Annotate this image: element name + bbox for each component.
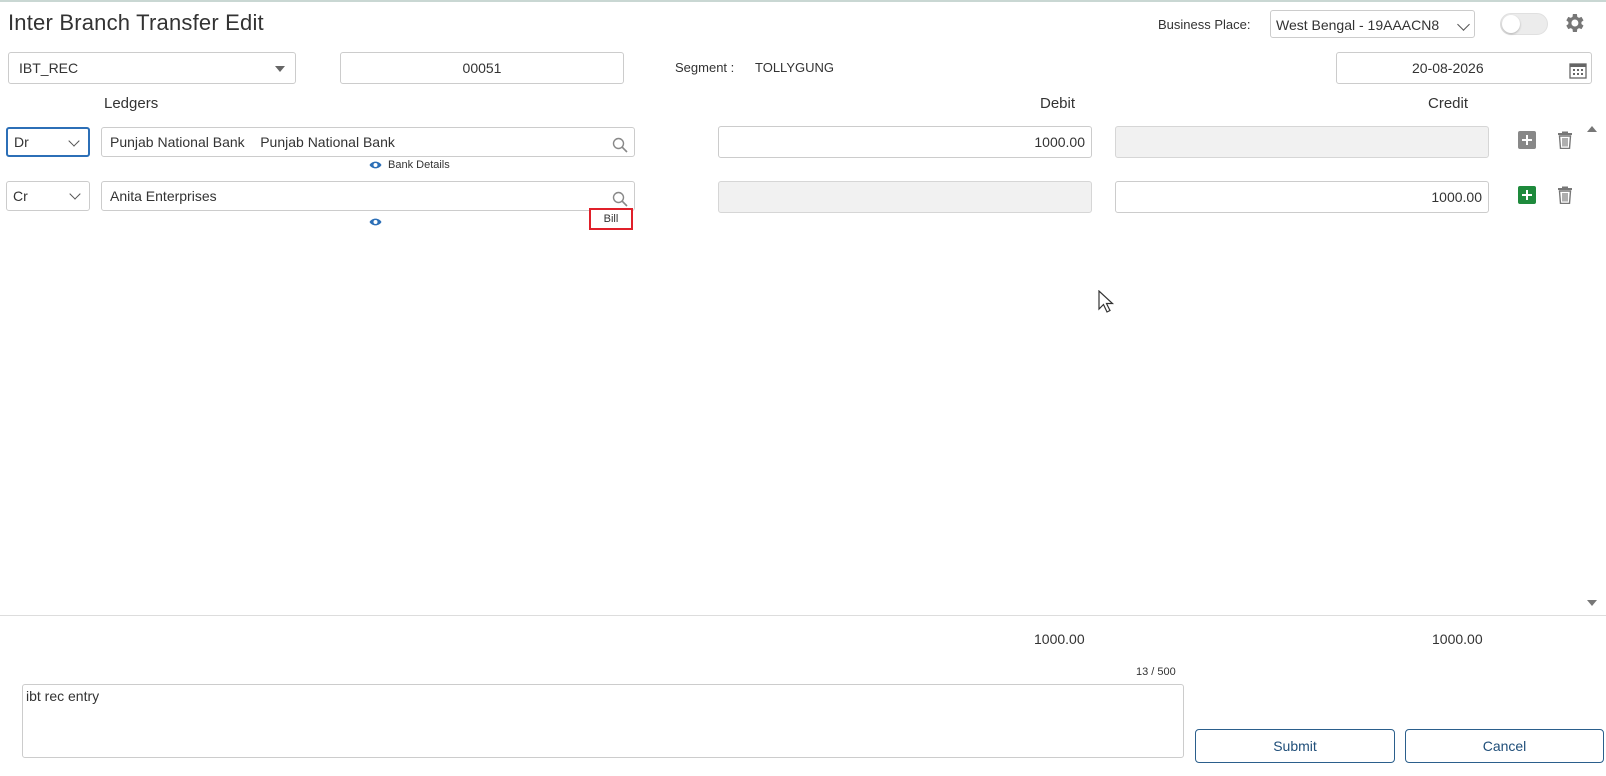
gear-icon[interactable]: [1562, 11, 1586, 35]
caret-down-icon: [275, 66, 285, 72]
calendar-icon[interactable]: [1569, 59, 1587, 79]
segment-value: TOLLYGUNG: [755, 60, 834, 75]
debit-input[interactable]: 1000.00: [718, 126, 1092, 158]
add-row-icon[interactable]: [1518, 186, 1536, 204]
drcr-value: Cr: [13, 188, 28, 204]
page-title: Inter Branch Transfer Edit: [8, 10, 264, 35]
toggle-switch[interactable]: [1500, 13, 1548, 35]
debit-total: 1000.00: [1034, 631, 1085, 647]
mouse-cursor-icon: [1098, 289, 1116, 314]
submit-button[interactable]: Submit: [1195, 729, 1395, 763]
divider: [0, 615, 1606, 616]
chevron-down-icon: [69, 188, 81, 200]
ledger-value: Punjab National Bank Punjab National Ban…: [110, 134, 395, 150]
ledger-value: Anita Enterprises: [110, 188, 217, 204]
debit-header: Debit: [1040, 95, 1076, 112]
business-place-value: West Bengal - 19AAACN8: [1276, 17, 1440, 33]
bank-details-label: Bank Details: [388, 159, 450, 171]
chevron-down-icon: [68, 135, 80, 147]
drcr-select[interactable]: Dr: [6, 127, 90, 157]
ledger-input[interactable]: Punjab National Bank Punjab National Ban…: [101, 127, 635, 157]
business-place-select[interactable]: West Bengal - 19AAACN8: [1270, 10, 1475, 38]
bill-button[interactable]: Bill: [589, 208, 633, 230]
bank-details-link[interactable]: Bank Details: [369, 159, 450, 171]
eye-icon: [369, 161, 382, 169]
ledger-details-link[interactable]: [369, 214, 382, 232]
voucher-type-select[interactable]: IBT_REC: [8, 52, 296, 84]
ledger-input[interactable]: Anita Enterprises: [101, 181, 635, 211]
ledgers-header: Ledgers: [104, 95, 159, 112]
drcr-value: Dr: [14, 134, 29, 150]
debit-input: [718, 181, 1092, 213]
add-row-icon[interactable]: [1518, 131, 1536, 149]
search-icon[interactable]: [612, 188, 628, 207]
date-input[interactable]: 20-08-2026: [1336, 52, 1592, 84]
credit-input: [1115, 126, 1489, 158]
trash-icon[interactable]: [1556, 186, 1574, 205]
scroll-down-arrow[interactable]: [1587, 600, 1597, 606]
chevron-down-icon: [1457, 18, 1470, 31]
voucher-type-value: IBT_REC: [19, 60, 79, 76]
search-icon[interactable]: [612, 134, 628, 153]
trash-icon[interactable]: [1556, 131, 1574, 150]
top-border: [0, 0, 1606, 2]
business-place-label: Business Place:: [1158, 17, 1251, 32]
cancel-button[interactable]: Cancel: [1405, 729, 1604, 763]
narration-textarea[interactable]: ibt rec entry: [22, 684, 1184, 758]
credit-total: 1000.00: [1432, 631, 1483, 647]
narration-char-counter: 13 / 500: [1136, 666, 1176, 678]
credit-input[interactable]: 1000.00: [1115, 181, 1489, 213]
drcr-select[interactable]: Cr: [6, 181, 90, 211]
toggle-knob: [1502, 15, 1520, 33]
voucher-number-input[interactable]: 00051: [340, 52, 624, 84]
credit-header: Credit: [1428, 95, 1469, 112]
segment-label: Segment :: [675, 60, 735, 75]
date-value: 20-08-2026: [1412, 60, 1484, 76]
scroll-up-arrow[interactable]: [1587, 126, 1597, 132]
eye-icon: [369, 218, 382, 226]
